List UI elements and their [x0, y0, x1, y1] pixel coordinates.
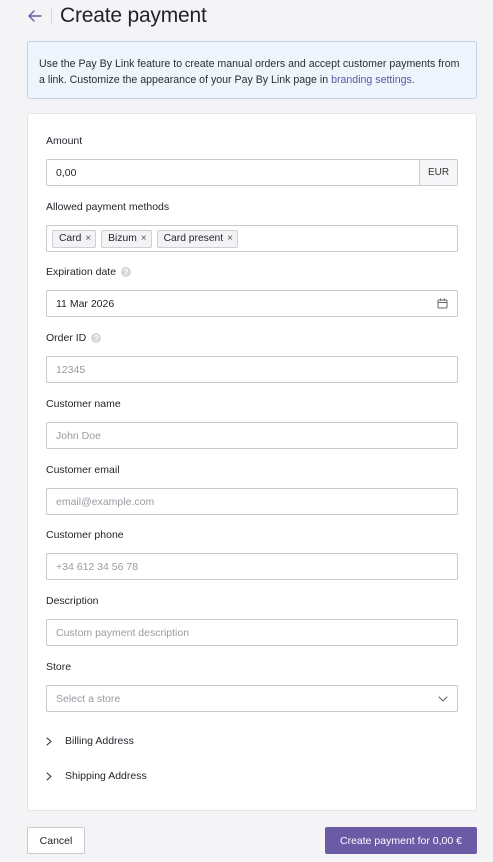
customer-phone-field: Customer phone +34 612 34 56 78: [46, 528, 458, 580]
close-icon[interactable]: ×: [227, 233, 233, 244]
payment-methods-field: Allowed payment methods Card × Bizum × C…: [46, 200, 458, 252]
shipping-address-label: Shipping Address: [65, 770, 147, 782]
store-select[interactable]: Select a store: [46, 685, 458, 712]
payment-method-tag: Bizum ×: [101, 229, 152, 248]
amount-label: Amount: [46, 135, 83, 147]
chevron-down-icon: [438, 695, 448, 702]
chevron-right-icon: [46, 771, 58, 781]
customer-name-label: Customer name: [46, 398, 121, 410]
expiration-field: Expiration date ? 11 Mar 2026: [46, 265, 458, 317]
page-title: Create payment: [60, 4, 207, 27]
customer-email-field: Customer email email@example.com: [46, 463, 458, 515]
calendar-icon[interactable]: [437, 298, 448, 309]
store-label: Store: [46, 661, 72, 673]
page-header: Create payment: [26, 3, 207, 29]
close-icon[interactable]: ×: [85, 233, 91, 244]
order-id-label: Order ID ?: [46, 331, 458, 345]
customer-phone-placeholder: +34 612 34 56 78: [56, 560, 139, 573]
order-id-placeholder: 12345: [56, 363, 86, 376]
close-icon[interactable]: ×: [141, 233, 147, 244]
payment-methods-label: Allowed payment methods: [46, 201, 170, 213]
amount-input-group: 0,00 EUR: [46, 159, 458, 186]
info-text-end: .: [411, 74, 415, 86]
help-circle-icon[interactable]: ?: [121, 267, 132, 277]
payment-form: Amount 0,00 EUR Allowed payment methods …: [27, 113, 477, 811]
header-divider: [51, 8, 52, 24]
description-label: Description: [46, 595, 99, 607]
expiration-label-text: Expiration date: [46, 266, 117, 278]
shipping-address-toggle[interactable]: Shipping Address: [46, 768, 147, 784]
customer-phone-input[interactable]: +34 612 34 56 78: [46, 553, 458, 580]
customer-email-placeholder: email@example.com: [56, 495, 155, 508]
create-payment-button[interactable]: Create payment for 0,00 €: [325, 827, 477, 854]
payment-methods-input[interactable]: Card × Bizum × Card present ×: [46, 225, 458, 252]
help-circle-icon[interactable]: ?: [91, 333, 102, 343]
order-id-label-text: Order ID: [46, 332, 87, 344]
description-placeholder: Custom payment description: [56, 626, 190, 639]
cancel-button[interactable]: Cancel: [27, 827, 85, 854]
branding-settings-link[interactable]: branding settings: [331, 74, 412, 86]
expiration-value: 11 Mar 2026: [56, 297, 115, 310]
arrow-left-icon: [28, 10, 42, 22]
customer-phone-label: Customer phone: [46, 529, 124, 541]
store-placeholder: Select a store: [56, 692, 121, 705]
tag-label: Card present: [163, 233, 224, 244]
expiration-date-input[interactable]: 11 Mar 2026: [46, 290, 458, 317]
billing-address-toggle[interactable]: Billing Address: [46, 733, 134, 749]
currency-addon: EUR: [419, 160, 457, 185]
customer-name-placeholder: John Doe: [56, 429, 101, 442]
store-field: Store Select a store: [46, 660, 458, 712]
order-id-input[interactable]: 12345: [46, 356, 458, 383]
customer-email-label: Customer email: [46, 464, 120, 476]
description-field: Description Custom payment description: [46, 594, 458, 646]
customer-name-input[interactable]: John Doe: [46, 422, 458, 449]
order-id-field: Order ID ? 12345: [46, 331, 458, 383]
billing-address-label: Billing Address: [65, 735, 134, 747]
customer-email-input[interactable]: email@example.com: [46, 488, 458, 515]
tag-label: Bizum: [108, 233, 137, 244]
customer-name-field: Customer name John Doe: [46, 397, 458, 449]
payment-method-tag: Card present ×: [156, 229, 238, 248]
tag-label: Card: [59, 233, 82, 244]
amount-field: Amount 0,00 EUR: [46, 134, 458, 186]
info-banner: Use the Pay By Link feature to create ma…: [27, 41, 477, 99]
payment-method-tag: Card ×: [52, 229, 97, 248]
chevron-right-icon: [46, 736, 58, 746]
description-input[interactable]: Custom payment description: [46, 619, 458, 646]
back-button[interactable]: [26, 7, 44, 25]
amount-input[interactable]: 0,00: [47, 167, 419, 179]
expiration-label: Expiration date ?: [46, 265, 458, 279]
